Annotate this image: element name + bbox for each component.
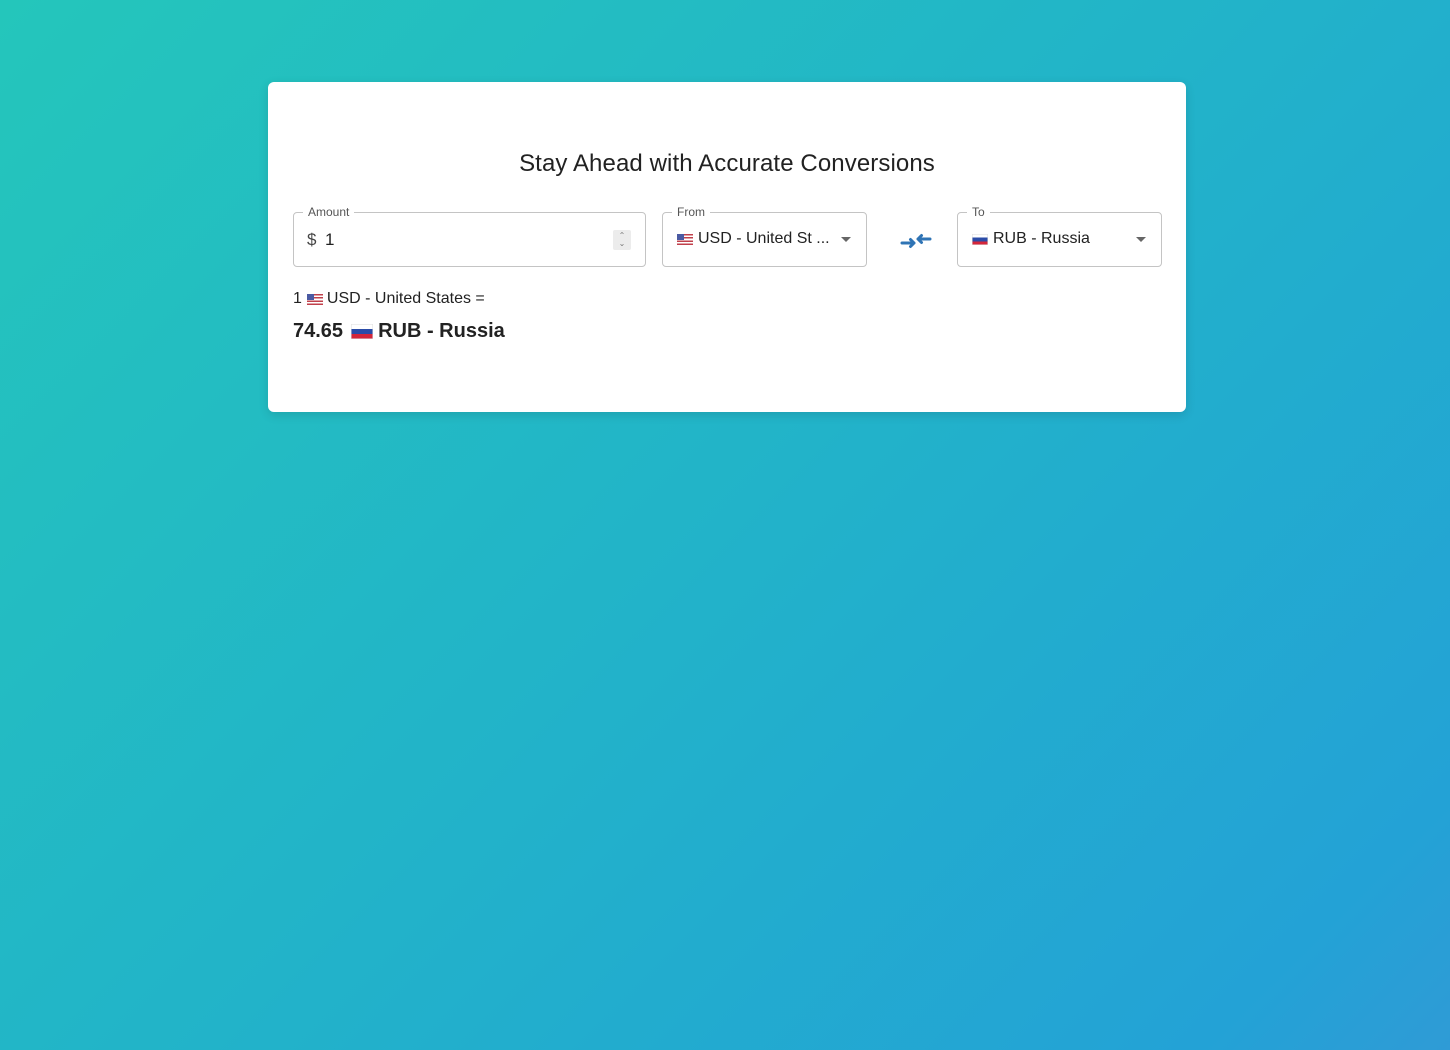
from-label: From	[672, 204, 710, 220]
dropdown-arrow-icon[interactable]	[841, 237, 851, 242]
amount-field[interactable]: Amount $ 1 ⌃ ⌄	[293, 204, 646, 267]
us-flag-icon	[306, 293, 323, 305]
swap-arrows-icon	[900, 234, 932, 248]
dollar-prefix: $	[307, 230, 317, 249]
from-currency-select[interactable]: From USD - United St ...	[662, 204, 867, 267]
page-title: Stay Ahead with Accurate Conversions	[519, 150, 935, 177]
number-stepper[interactable]: ⌃ ⌄	[613, 230, 631, 250]
to-currency-value: RUB - Russia	[993, 230, 1090, 247]
result-currency: RUB - Russia	[378, 320, 505, 342]
chevron-down-icon[interactable]: ⌄	[618, 240, 626, 248]
result-amount: 74.65	[293, 320, 344, 342]
conversion-source-text: 1 USD - United States =	[293, 290, 485, 308]
amount-input[interactable]: 1	[325, 230, 334, 250]
amount-label: Amount	[303, 204, 355, 220]
to-currency-select[interactable]: To RUB - Russia	[957, 204, 1162, 267]
ru-flag-icon	[351, 324, 374, 339]
from-currency-value: USD - United St ...	[698, 230, 830, 247]
ru-flag-icon	[972, 233, 988, 245]
swap-currencies-button[interactable]	[896, 224, 936, 256]
converter-card: Stay Ahead with Accurate Conversions Amo…	[268, 82, 1186, 412]
source-amount: 1	[293, 290, 302, 307]
us-flag-icon	[677, 233, 693, 245]
conversion-result: 74.65 RUB - Russia	[293, 320, 505, 343]
dropdown-arrow-icon[interactable]	[1136, 237, 1146, 242]
to-label: To	[967, 204, 990, 220]
source-currency: USD - United States =	[326, 290, 485, 307]
